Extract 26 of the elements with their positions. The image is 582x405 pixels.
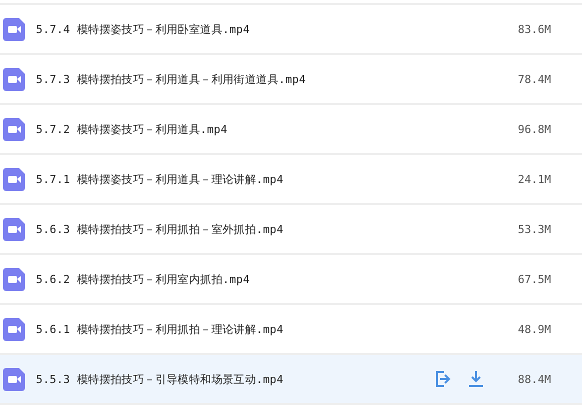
file-name: 5.7.4 模特摆姿技巧－利用卧室道具.mp4 (36, 22, 251, 36)
file-name: 5.6.3 模特摆拍技巧－利用抓拍－室外抓拍.mp4 (36, 222, 284, 236)
file-size: 78.4M (516, 72, 551, 86)
file-name: 5.7.2 模特摆姿技巧－利用道具.mp4 (36, 122, 228, 136)
file-name: 5.5.3 模特摆拍技巧－引导模特和场景互动.mp4 (36, 372, 284, 386)
file-name: 5.7.3 模特摆拍技巧－利用道具－利用街道道具.mp4 (36, 72, 307, 86)
video-file-icon (3, 68, 25, 90)
video-file-icon (3, 318, 25, 340)
file-size: 48.9M (516, 322, 551, 336)
file-name: 5.6.2 模特摆拍技巧－利用室内抓拍.mp4 (36, 272, 251, 286)
file-name: 5.6.1 模特摆拍技巧－利用抓拍－理论讲解.mp4 (36, 322, 284, 336)
video-file-icon (3, 268, 25, 290)
video-file-icon (3, 18, 25, 40)
file-size: 88.4M (516, 372, 551, 386)
download-icon[interactable] (467, 370, 485, 388)
video-file-icon (3, 368, 25, 390)
file-name: 5.7.1 模特摆姿技巧－利用道具－理论讲解.mp4 (36, 172, 284, 186)
video-file-icon (3, 168, 25, 190)
file-size: 67.5M (516, 272, 551, 286)
video-file-icon (3, 218, 25, 240)
video-file-icon (3, 118, 25, 140)
share-icon[interactable] (435, 370, 453, 388)
file-size: 53.3M (516, 222, 551, 236)
file-size: 24.1M (516, 172, 551, 186)
file-size: 83.6M (516, 22, 551, 36)
file-size: 96.8M (516, 122, 551, 136)
